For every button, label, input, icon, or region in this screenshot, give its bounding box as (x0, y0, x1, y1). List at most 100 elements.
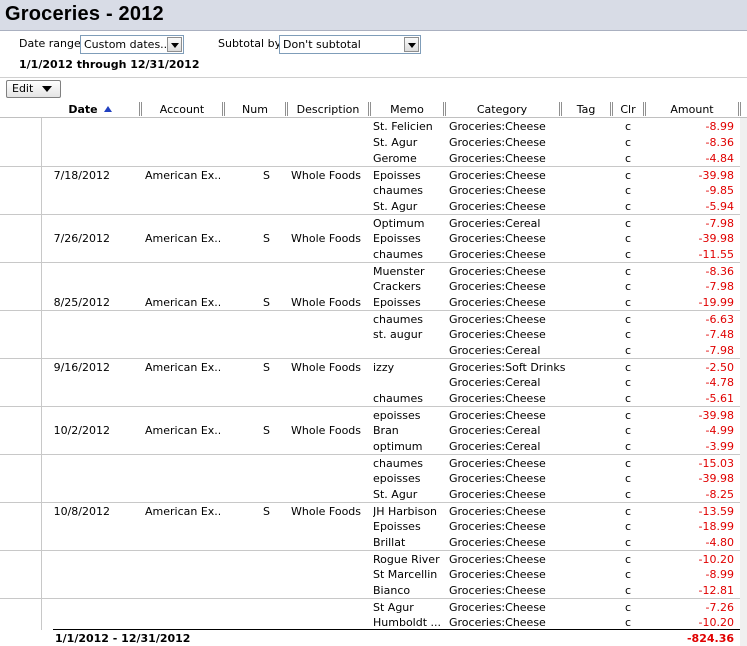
txn-category: Groceries:Cheese (449, 616, 546, 629)
txn-amount: -12.81 (698, 584, 734, 597)
table-row[interactable]: St Agur Groceries:Cheese c -7.26 (0, 598, 747, 614)
table-row[interactable]: St. Agur Groceries:Cheese c -8.25 (0, 486, 747, 502)
txn-category: Groceries:Cheese (449, 313, 546, 326)
chevron-down-icon[interactable] (167, 37, 182, 52)
column-divider[interactable] (443, 102, 446, 116)
table-row[interactable]: chaumes Groceries:Cheese c -5.61 (0, 390, 747, 406)
txn-description: Whole Foods (291, 296, 362, 309)
txn-category: Groceries:Cheese (449, 472, 546, 485)
table-row[interactable]: chaumes Groceries:Cheese c -11.55 (0, 246, 747, 262)
table-row[interactable]: Groceries:Cereal c -7.98 (0, 342, 747, 358)
table-row[interactable]: epoisses Groceries:Cheese c -39.98 (0, 406, 747, 422)
chevron-down-icon[interactable] (404, 37, 419, 52)
column-divider[interactable] (643, 102, 646, 116)
column-divider[interactable] (738, 102, 741, 116)
column-divider[interactable] (559, 102, 562, 116)
txn-description: Whole Foods (291, 232, 362, 245)
txn-account: American Ex... (145, 424, 220, 437)
txn-description: Whole Foods (291, 361, 362, 374)
txn-account: American Ex... (145, 169, 220, 182)
table-row[interactable]: 7/18/2012 American Ex... S Whole Foods Epois… (0, 166, 747, 182)
subtotal-select[interactable]: Don't subtotal (279, 35, 421, 54)
table-row[interactable]: optimum Groceries:Cereal c -3.99 (0, 438, 747, 454)
txn-cleared: c (624, 472, 632, 485)
column-divider[interactable] (368, 102, 371, 116)
table-row[interactable]: epoisses Groceries:Cheese c -39.98 (0, 470, 747, 486)
txn-cleared: c (624, 217, 632, 230)
col-header-account[interactable]: Account (143, 100, 221, 118)
table-row[interactable]: 10/2/2012 American Ex... S Whole Foods Bran G… (0, 422, 747, 438)
table-row[interactable]: St. Felicien Groceries:Cheese c -8.99 (0, 118, 747, 134)
column-divider[interactable] (285, 102, 288, 116)
txn-cleared: c (624, 313, 632, 326)
edit-button[interactable]: Edit (6, 80, 61, 98)
txn-category: Groceries:Cheese (449, 296, 546, 309)
title-bar: Groceries - 2012 (0, 0, 747, 31)
col-header-clr[interactable]: Clr (614, 100, 642, 118)
txn-category: Groceries:Cheese (449, 120, 546, 133)
chevron-down-icon (42, 86, 52, 92)
txn-memo: Epoisses (373, 169, 421, 182)
txn-memo: St. Agur (373, 488, 418, 501)
col-header-date-label: Date (68, 103, 98, 116)
col-header-amount[interactable]: Amount (647, 100, 737, 118)
table-row[interactable]: Gerome Groceries:Cheese c -4.84 (0, 150, 747, 166)
txn-amount: -5.61 (705, 392, 734, 405)
col-header-date[interactable]: Date (42, 100, 138, 118)
table-row[interactable]: St Marcellin Groceries:Cheese c -8.99 (0, 566, 747, 582)
table-row[interactable]: 10/8/2012 American Ex... S Whole Foods JH Ha… (0, 502, 747, 518)
txn-category: Groceries:Cheese (449, 248, 546, 261)
txn-memo: Humboldt ... (373, 616, 442, 629)
txn-category: Groceries:Cheese (449, 280, 546, 293)
txn-amount: -7.98 (705, 344, 734, 357)
txn-cleared: c (624, 184, 632, 197)
col-header-num[interactable]: Num (226, 100, 284, 118)
table-row[interactable]: Groceries:Cereal c -4.78 (0, 374, 747, 390)
report-title: Groceries - 2012 (5, 3, 164, 25)
col-header-category[interactable]: Category (447, 100, 557, 118)
table-row[interactable]: 7/26/2012 American Ex... S Whole Foods Epois… (0, 230, 747, 246)
edit-button-label: Edit (12, 82, 34, 95)
col-header-tag[interactable]: Tag (563, 100, 609, 118)
table-row[interactable]: 9/16/2012 American Ex... S Whole Foods izzy G… (0, 358, 747, 374)
table-row[interactable]: Optimum Groceries:Cereal c -7.98 (0, 214, 747, 230)
txn-category: Groceries:Cheese (449, 136, 546, 149)
column-divider[interactable] (610, 102, 613, 116)
table-row[interactable]: Crackers Groceries:Cheese c -7.98 (0, 278, 747, 294)
table-row[interactable]: Brillat Groceries:Cheese c -4.80 (0, 534, 747, 550)
txn-memo: St Agur (373, 601, 414, 614)
table-row[interactable]: St. Agur Groceries:Cheese c -8.36 (0, 134, 747, 150)
column-divider[interactable] (222, 102, 225, 116)
table-row[interactable]: chaumes Groceries:Cheese c -9.85 (0, 182, 747, 198)
date-range-select[interactable]: Custom dates... (80, 35, 184, 54)
col-header-memo[interactable]: Memo (372, 100, 442, 118)
txn-description: Whole Foods (291, 505, 362, 518)
table-row[interactable]: st. augur Groceries:Cheese c -7.48 (0, 326, 747, 342)
table-row[interactable]: 8/25/2012 American Ex... S Whole Foods Epois… (0, 294, 747, 310)
report-controls: Date range: Custom dates... Subtotal by:… (0, 31, 747, 77)
table-row[interactable]: Epoisses Groceries:Cheese c -18.99 (0, 518, 747, 534)
txn-description: Whole Foods (291, 169, 362, 182)
table-row[interactable]: Rogue River Groceries:Cheese c -10.20 (0, 550, 747, 566)
txn-amount: -10.20 (698, 616, 734, 629)
txn-date: 10/8/2012 (53, 505, 110, 518)
table-row[interactable]: chaumes Groceries:Cheese c -15.03 (0, 454, 747, 470)
table-row[interactable]: Muenster Groceries:Cheese c -8.36 (0, 262, 747, 278)
txn-cleared: c (624, 505, 632, 518)
txn-memo: epoisses (373, 472, 421, 485)
txn-amount: -7.48 (705, 328, 734, 341)
txn-memo: Rogue River (373, 553, 440, 566)
col-header-description[interactable]: Description (289, 100, 367, 118)
table-row[interactable]: Humboldt ... Groceries:Cheese c -10.20 (0, 614, 747, 630)
txn-memo: St Marcellin (373, 568, 438, 581)
table-row[interactable]: chaumes Groceries:Cheese c -6.63 (0, 310, 747, 326)
txn-amount: -15.03 (698, 457, 734, 470)
vertical-scrollbar[interactable] (740, 118, 747, 646)
total-label: 1/1/2012 - 12/31/2012 (55, 632, 191, 645)
table-row[interactable]: St. Agur Groceries:Cheese c -5.94 (0, 198, 747, 214)
txn-amount: -10.20 (698, 553, 734, 566)
txn-category: Groceries:Cheese (449, 568, 546, 581)
column-divider[interactable] (139, 102, 142, 116)
txn-memo: Epoisses (373, 296, 421, 309)
table-row[interactable]: Bianco Groceries:Cheese c -12.81 (0, 582, 747, 598)
